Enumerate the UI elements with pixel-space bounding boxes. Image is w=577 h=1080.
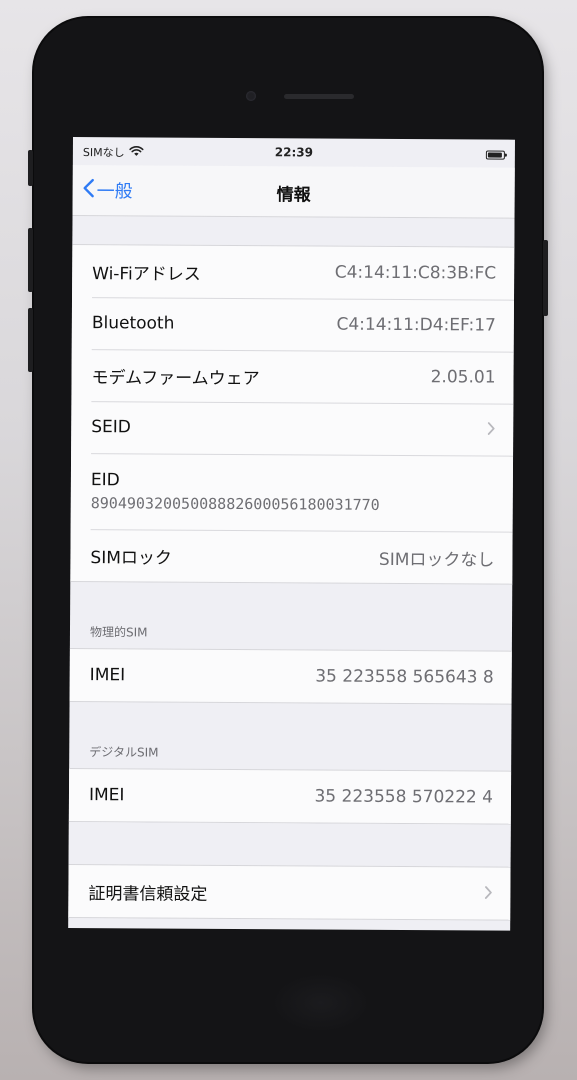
device-info-group: Wi-Fiアドレス C4:14:11:C8:3B:FC Bluetooth C4…	[70, 243, 515, 585]
row-label: IMEI	[88, 785, 125, 806]
row-label: IMEI	[89, 665, 126, 686]
volume-up-button	[28, 228, 33, 292]
seid-row[interactable]: SEID	[71, 401, 513, 456]
sim-lock-row: SIMロック SIMロックなし	[70, 529, 512, 584]
phone-screen: SIMなし 22:39 一般 情報 Wi-Fiアドレス C4:14:11:C8:…	[68, 137, 515, 931]
physical-sim-group: IMEI 35 223558 565643 8	[69, 647, 512, 705]
row-label: EID	[90, 470, 120, 491]
row-label: モデムファームウェア	[91, 367, 260, 389]
wifi-address-row: Wi-Fiアドレス C4:14:11:C8:3B:FC	[72, 245, 514, 300]
row-value: 35 223558 570222 4	[314, 786, 494, 808]
chevron-right-icon	[487, 419, 495, 440]
battery-fill	[487, 152, 502, 158]
page-title: 情報	[276, 185, 311, 206]
bluetooth-row: Bluetooth C4:14:11:D4:EF:17	[72, 297, 514, 352]
eid-value: 89049032005008882600056180031770	[90, 494, 380, 514]
row-label: Bluetooth	[91, 313, 175, 334]
digital-imei-row: IMEI 35 223558 570222 4	[69, 769, 511, 824]
power-button	[543, 240, 548, 316]
modem-firmware-row: モデムファームウェア 2.05.01	[71, 349, 513, 404]
physical-imei-row: IMEI 35 223558 565643 8	[70, 649, 512, 704]
home-button-area	[271, 973, 371, 1033]
certificate-group: 証明書信頼設定	[68, 863, 511, 921]
row-value: C4:14:11:D4:EF:17	[336, 314, 496, 336]
physical-sim-header: 物理的SIM	[70, 582, 512, 651]
navigation-bar: 一般 情報	[72, 164, 515, 219]
section-header-label: デジタルSIM	[89, 745, 159, 760]
front-camera	[246, 91, 256, 101]
digital-sim-group: IMEI 35 223558 570222 4	[68, 767, 512, 825]
section-header-label: 物理的SIM	[89, 625, 148, 640]
row-value: 35 223558 565643 8	[315, 666, 494, 688]
row-label: 証明書信頼設定	[88, 883, 208, 905]
row-value: 2.05.01	[430, 367, 496, 388]
battery-icon	[485, 150, 505, 160]
section-spacer	[72, 215, 515, 247]
eid-row: EID 89049032005008882600056180031770	[71, 453, 513, 532]
row-label: Wi-Fiアドレス	[92, 263, 201, 285]
mute-switch	[28, 150, 33, 186]
digital-sim-header: デジタルSIM	[69, 702, 511, 771]
section-spacer	[68, 821, 511, 867]
chevron-right-icon	[484, 883, 492, 904]
certificate-trust-row[interactable]: 証明書信頼設定	[68, 865, 510, 920]
row-value: C4:14:11:C8:3B:FC	[334, 262, 497, 284]
status-bar: SIMなし 22:39	[73, 137, 515, 168]
row-label: SIMロック	[90, 547, 172, 569]
row-label: SEID	[91, 417, 131, 438]
status-time: 22:39	[274, 145, 314, 160]
row-value: SIMロックなし	[378, 549, 495, 571]
earpiece-speaker	[284, 94, 354, 99]
volume-down-button	[28, 308, 33, 372]
